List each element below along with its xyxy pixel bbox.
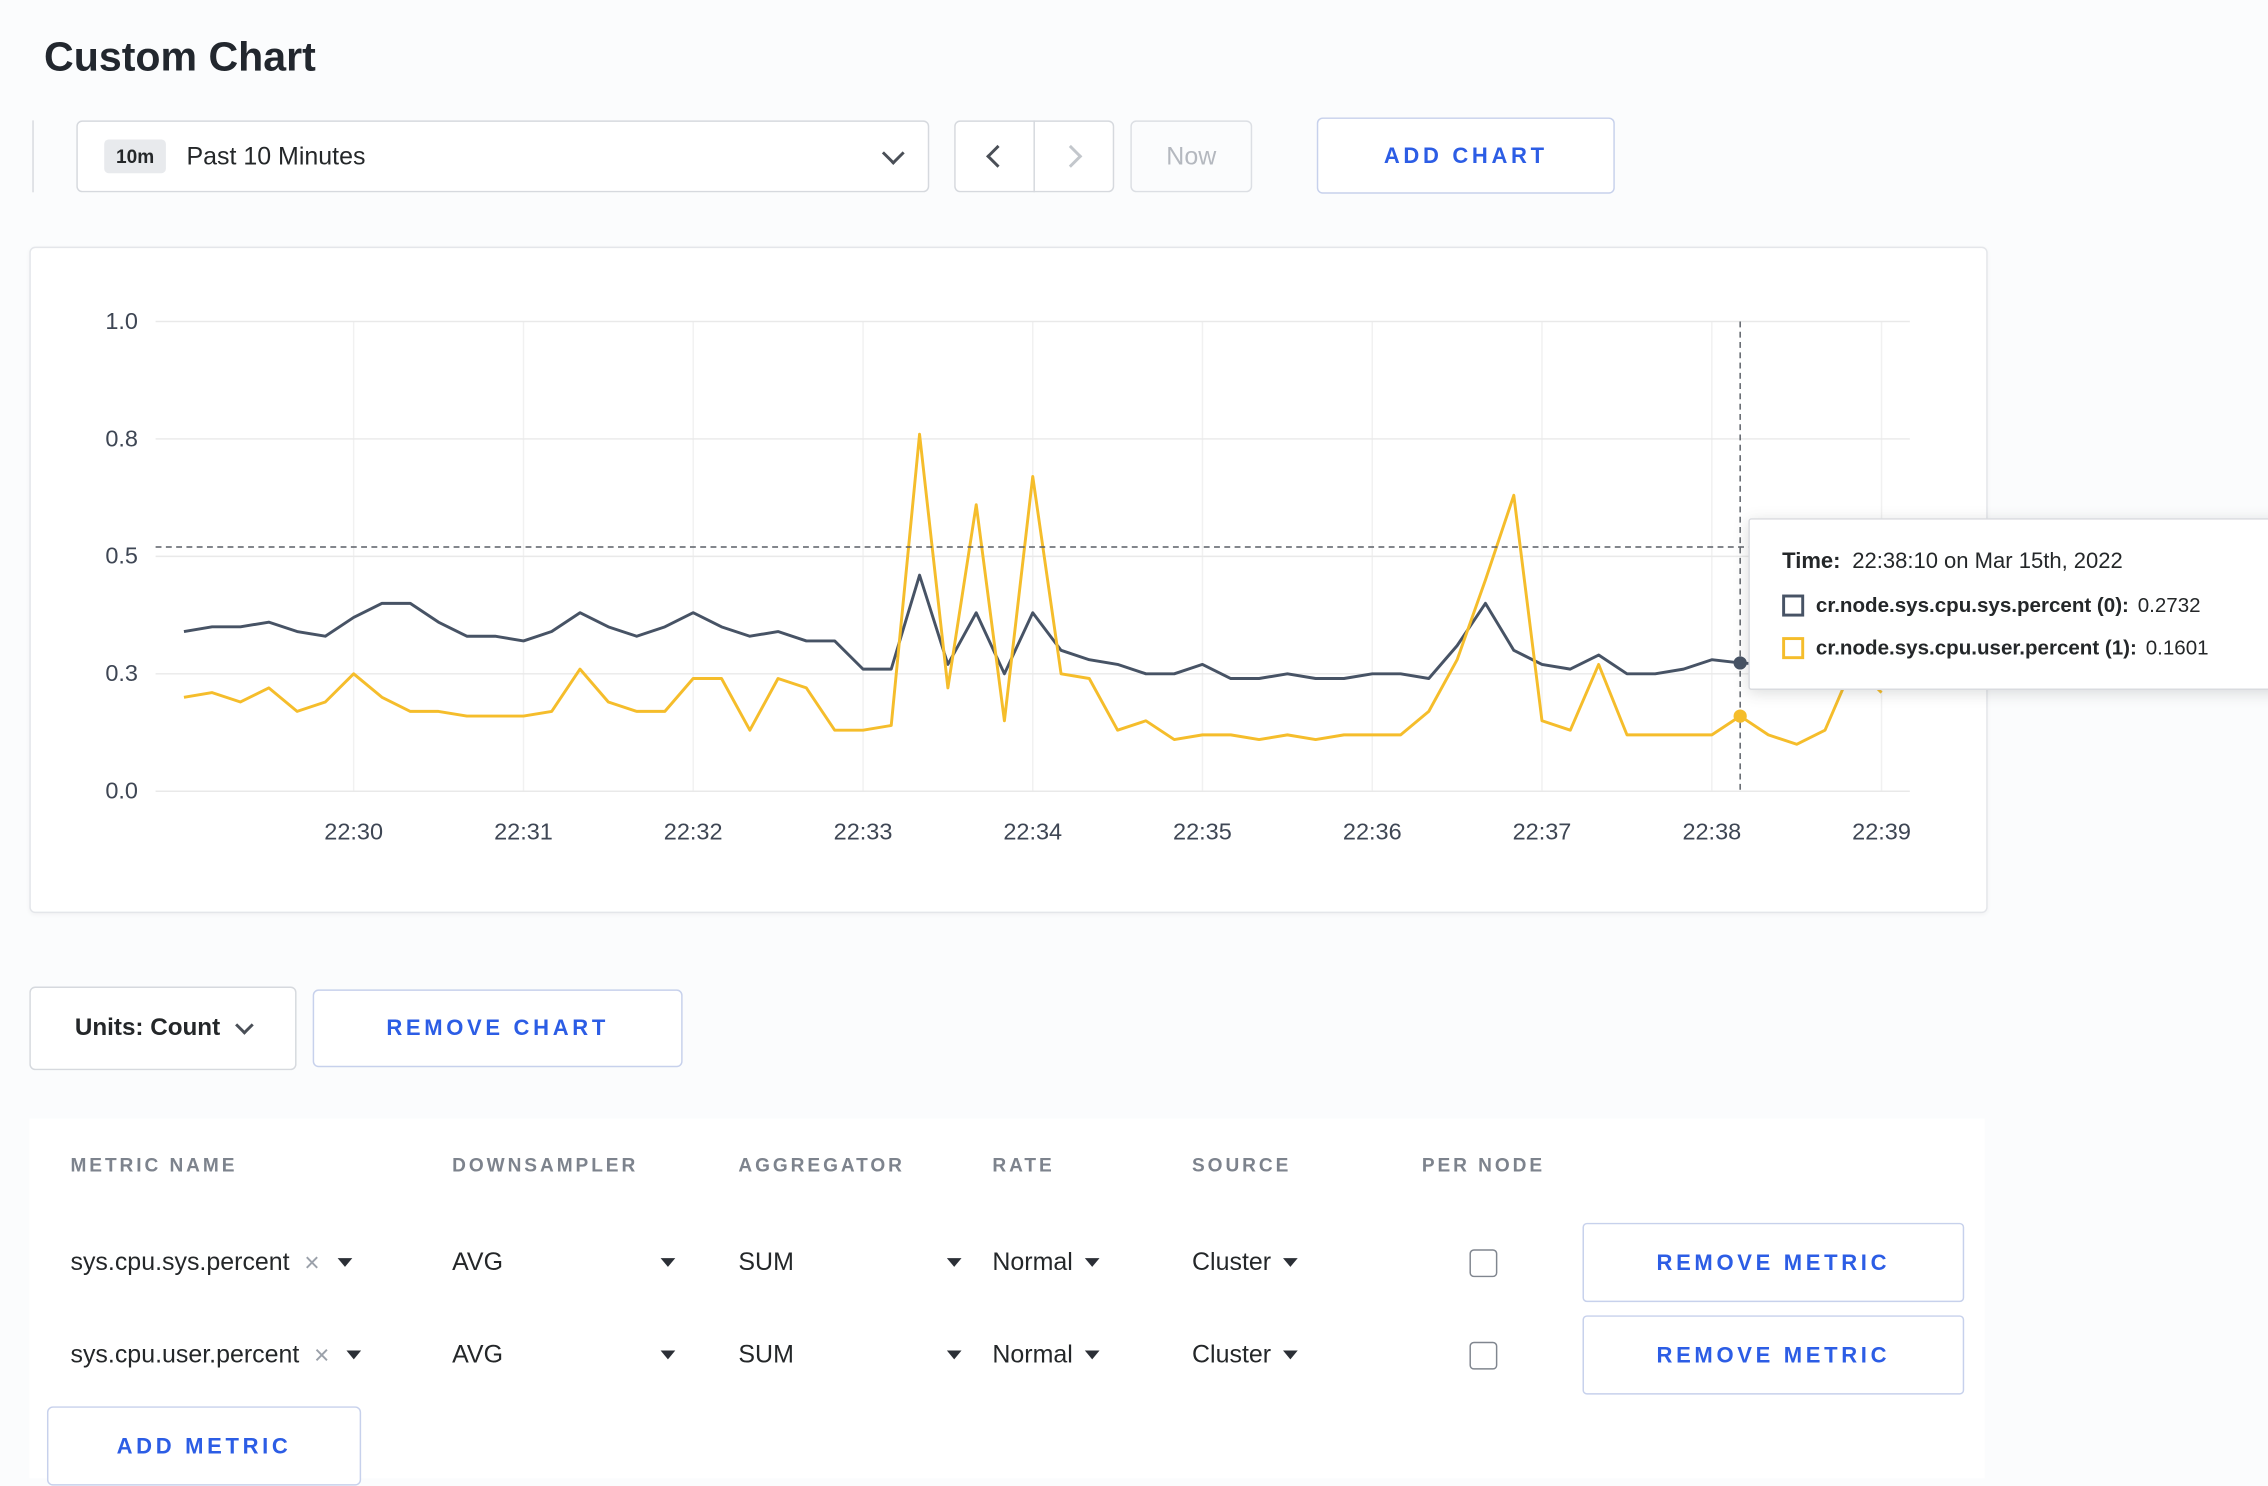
dropdown-caret-icon [660, 1350, 676, 1360]
page-title: Custom Chart [44, 33, 316, 79]
chevron-down-icon [235, 1016, 254, 1035]
dropdown-caret-icon [1282, 1350, 1298, 1360]
tooltip-time-label: Time: [1782, 549, 1841, 574]
rate-select[interactable]: Normal [992, 1247, 1100, 1277]
source-value: Cluster [1192, 1340, 1272, 1369]
svg-text:1.0: 1.0 [105, 308, 138, 334]
remove-metric-button[interactable]: REMOVE METRIC [1582, 1315, 1965, 1395]
svg-text:22:33: 22:33 [834, 819, 893, 845]
units-select[interactable]: Units: Count [29, 986, 297, 1071]
downsampler-select[interactable]: AVG [452, 1247, 676, 1277]
metric-row: sys.cpu.sys.percent × AVG SUM Normal Clu… [29, 1216, 1984, 1310]
downsampler-value: AVG [452, 1247, 503, 1276]
tooltip-series-label: cr.node.sys.cpu.user.percent (1): [1815, 635, 2137, 660]
series-color-swatch [1782, 593, 1805, 616]
svg-text:0.8: 0.8 [105, 425, 138, 451]
svg-text:22:31: 22:31 [494, 819, 553, 845]
svg-text:22:39: 22:39 [1852, 819, 1911, 845]
chart-panel: 22:30 22:31 22:32 22:33 22:34 22:35 22:36 22:37… [29, 246, 2268, 914]
column-header-metric-name: METRIC NAME [70, 1153, 238, 1176]
dropdown-caret-icon [946, 1258, 962, 1267]
metric-name: sys.cpu.user.percent [70, 1340, 300, 1369]
chevron-left-icon [986, 144, 1009, 168]
toolbar-divider [32, 120, 34, 193]
chart-tooltip: Time: 22:38:10 on Mar 15th, 2022 cr.node… [1748, 518, 2268, 690]
metrics-table: METRIC NAME DOWNSAMPLER AGGREGATOR RATE … [29, 1118, 1985, 1486]
column-header-rate: RATE [992, 1153, 1055, 1176]
svg-text:0.0: 0.0 [105, 778, 138, 804]
aggregator-value: SUM [738, 1340, 794, 1369]
column-header-source: SOURCE [1192, 1153, 1292, 1176]
clear-metric-icon[interactable]: × [314, 1340, 329, 1371]
add-chart-button[interactable]: ADD CHART [1316, 117, 1615, 194]
tooltip-series-value: 0.1601 [2145, 635, 2209, 660]
tooltip-time-row: Time: 22:38:10 on Mar 15th, 2022 [1782, 549, 2261, 574]
downsampler-select[interactable]: AVG [452, 1340, 676, 1369]
chevron-down-icon [881, 141, 905, 165]
per-node-checkbox[interactable] [1469, 1248, 1498, 1277]
rate-value: Normal [992, 1340, 1073, 1369]
svg-text:0.3: 0.3 [105, 660, 138, 686]
tooltip-series-row: cr.node.sys.cpu.sys.percent (0): 0.2732 [1782, 593, 2261, 617]
tooltip-series-row: cr.node.sys.cpu.user.percent (1): 0.1601 [1782, 636, 2261, 659]
time-series-chart[interactable]: 22:30 22:31 22:32 22:33 22:34 22:35 22:36 22:37… [31, 248, 1986, 912]
custom-chart-page: Custom Chart 10m Past 10 Minutes Now ADD… [0, 0, 2268, 1486]
source-select[interactable]: Cluster [1192, 1247, 1298, 1277]
dropdown-caret-icon [337, 1258, 353, 1267]
source-value: Cluster [1192, 1247, 1272, 1276]
time-range-badge: 10m [104, 139, 166, 174]
series-color-swatch [1782, 636, 1805, 659]
downsampler-value: AVG [452, 1340, 503, 1369]
rate-select[interactable]: Normal [992, 1340, 1100, 1369]
rate-value: Normal [992, 1247, 1073, 1276]
tooltip-series-value: 0.2732 [2137, 593, 2201, 617]
source-select[interactable]: Cluster [1192, 1340, 1298, 1369]
svg-text:0.5: 0.5 [105, 543, 138, 569]
units-label: Units: Count [74, 1014, 221, 1041]
tooltip-time-value: 22:38:10 on Mar 15th, 2022 [1852, 549, 2123, 574]
dropdown-caret-icon [1282, 1258, 1298, 1267]
aggregator-value: SUM [738, 1247, 794, 1276]
metric-name-select[interactable]: sys.cpu.user.percent × [70, 1340, 452, 1371]
svg-text:22:35: 22:35 [1173, 819, 1232, 845]
column-header-per-node: PER NODE [1421, 1153, 1546, 1176]
column-header-aggregator: AGGREGATOR [738, 1153, 905, 1176]
time-nav-group [954, 120, 1115, 193]
table-header-row: METRIC NAME DOWNSAMPLER AGGREGATOR RATE … [29, 1154, 1984, 1176]
column-header-downsampler: DOWNSAMPLER [452, 1153, 639, 1176]
svg-text:22:34: 22:34 [1003, 819, 1062, 845]
clear-metric-icon[interactable]: × [304, 1247, 319, 1278]
remove-metric-button[interactable]: REMOVE METRIC [1582, 1222, 1965, 1303]
dropdown-caret-icon [660, 1258, 676, 1267]
add-metric-button[interactable]: ADD METRIC [46, 1406, 362, 1486]
svg-text:22:30: 22:30 [324, 819, 383, 845]
dropdown-caret-icon [1084, 1350, 1100, 1360]
dropdown-caret-icon [347, 1350, 362, 1360]
metric-name-select[interactable]: sys.cpu.sys.percent × [70, 1247, 452, 1278]
per-node-checkbox[interactable] [1469, 1341, 1498, 1369]
svg-text:22:36: 22:36 [1343, 819, 1402, 845]
svg-text:22:32: 22:32 [664, 819, 723, 845]
next-time-button[interactable] [1033, 120, 1115, 193]
svg-text:22:37: 22:37 [1513, 819, 1572, 845]
aggregator-select[interactable]: SUM [738, 1340, 962, 1369]
dropdown-caret-icon [1084, 1258, 1100, 1267]
tooltip-series-label: cr.node.sys.cpu.sys.percent (0): [1815, 593, 2129, 617]
metric-row: sys.cpu.user.percent × AVG SUM Normal Cl… [29, 1309, 1984, 1400]
aggregator-select[interactable]: SUM [738, 1247, 962, 1277]
time-range-select[interactable]: 10m Past 10 Minutes [76, 120, 930, 193]
metric-name: sys.cpu.sys.percent [70, 1247, 290, 1276]
time-range-label: Past 10 Minutes [186, 141, 366, 170]
chevron-right-icon [1059, 144, 1083, 168]
remove-chart-button[interactable]: REMOVE CHART [312, 989, 683, 1068]
now-button[interactable]: Now [1130, 120, 1253, 193]
dropdown-caret-icon [946, 1350, 962, 1360]
prev-time-button[interactable] [954, 120, 1035, 193]
svg-text:22:38: 22:38 [1682, 819, 1741, 845]
